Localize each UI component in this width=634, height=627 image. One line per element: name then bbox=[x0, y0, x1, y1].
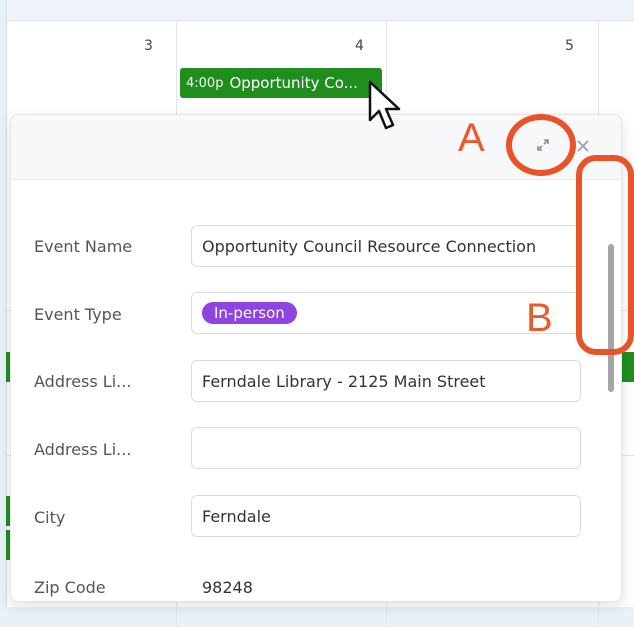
day-number: 5 bbox=[565, 38, 574, 54]
day-number: 4 bbox=[355, 38, 364, 54]
city-value: Ferndale bbox=[202, 506, 271, 526]
field-label-event-type: Event Type bbox=[34, 305, 122, 324]
calendar-event-chip-edge[interactable] bbox=[620, 352, 634, 382]
annotation-outline-b bbox=[576, 155, 634, 355]
event-type-field[interactable]: In-person bbox=[191, 292, 581, 334]
event-name-field[interactable]: Opportunity Council Resource Connection bbox=[191, 225, 581, 267]
event-title: Opportunity Co... bbox=[229, 74, 358, 92]
zip-code-value: 98248 bbox=[202, 578, 253, 597]
day-number: 3 bbox=[144, 38, 153, 54]
annotation-label-b: B bbox=[526, 296, 553, 340]
address-line-2-field[interactable] bbox=[191, 427, 581, 469]
event-type-pill: In-person bbox=[202, 302, 297, 324]
annotation-label-a: A bbox=[458, 116, 485, 160]
city-field[interactable]: Ferndale bbox=[191, 495, 581, 537]
address-line-1-value: Ferndale Library - 2125 Main Street bbox=[202, 371, 486, 391]
field-label-address-line-2: Address Li... bbox=[34, 440, 132, 459]
calendar-top-bar bbox=[7, 0, 634, 21]
event-name-value: Opportunity Council Resource Connection bbox=[202, 236, 537, 256]
address-line-1-field[interactable]: Ferndale Library - 2125 Main Street bbox=[191, 360, 581, 402]
annotation-circle-a bbox=[506, 114, 576, 176]
mouse-cursor-icon bbox=[368, 80, 408, 138]
field-label-address-line-1: Address Li... bbox=[34, 372, 132, 391]
event-time: 4:00p bbox=[186, 75, 224, 91]
field-label-city: City bbox=[34, 508, 66, 527]
calendar-event-chip[interactable]: 4:00p Opportunity Co... bbox=[180, 68, 382, 98]
event-detail-modal: Event Name Opportunity Council Resource … bbox=[10, 114, 622, 602]
field-label-event-name: Event Name bbox=[34, 237, 133, 256]
field-label-zip-code: Zip Code bbox=[34, 578, 106, 597]
